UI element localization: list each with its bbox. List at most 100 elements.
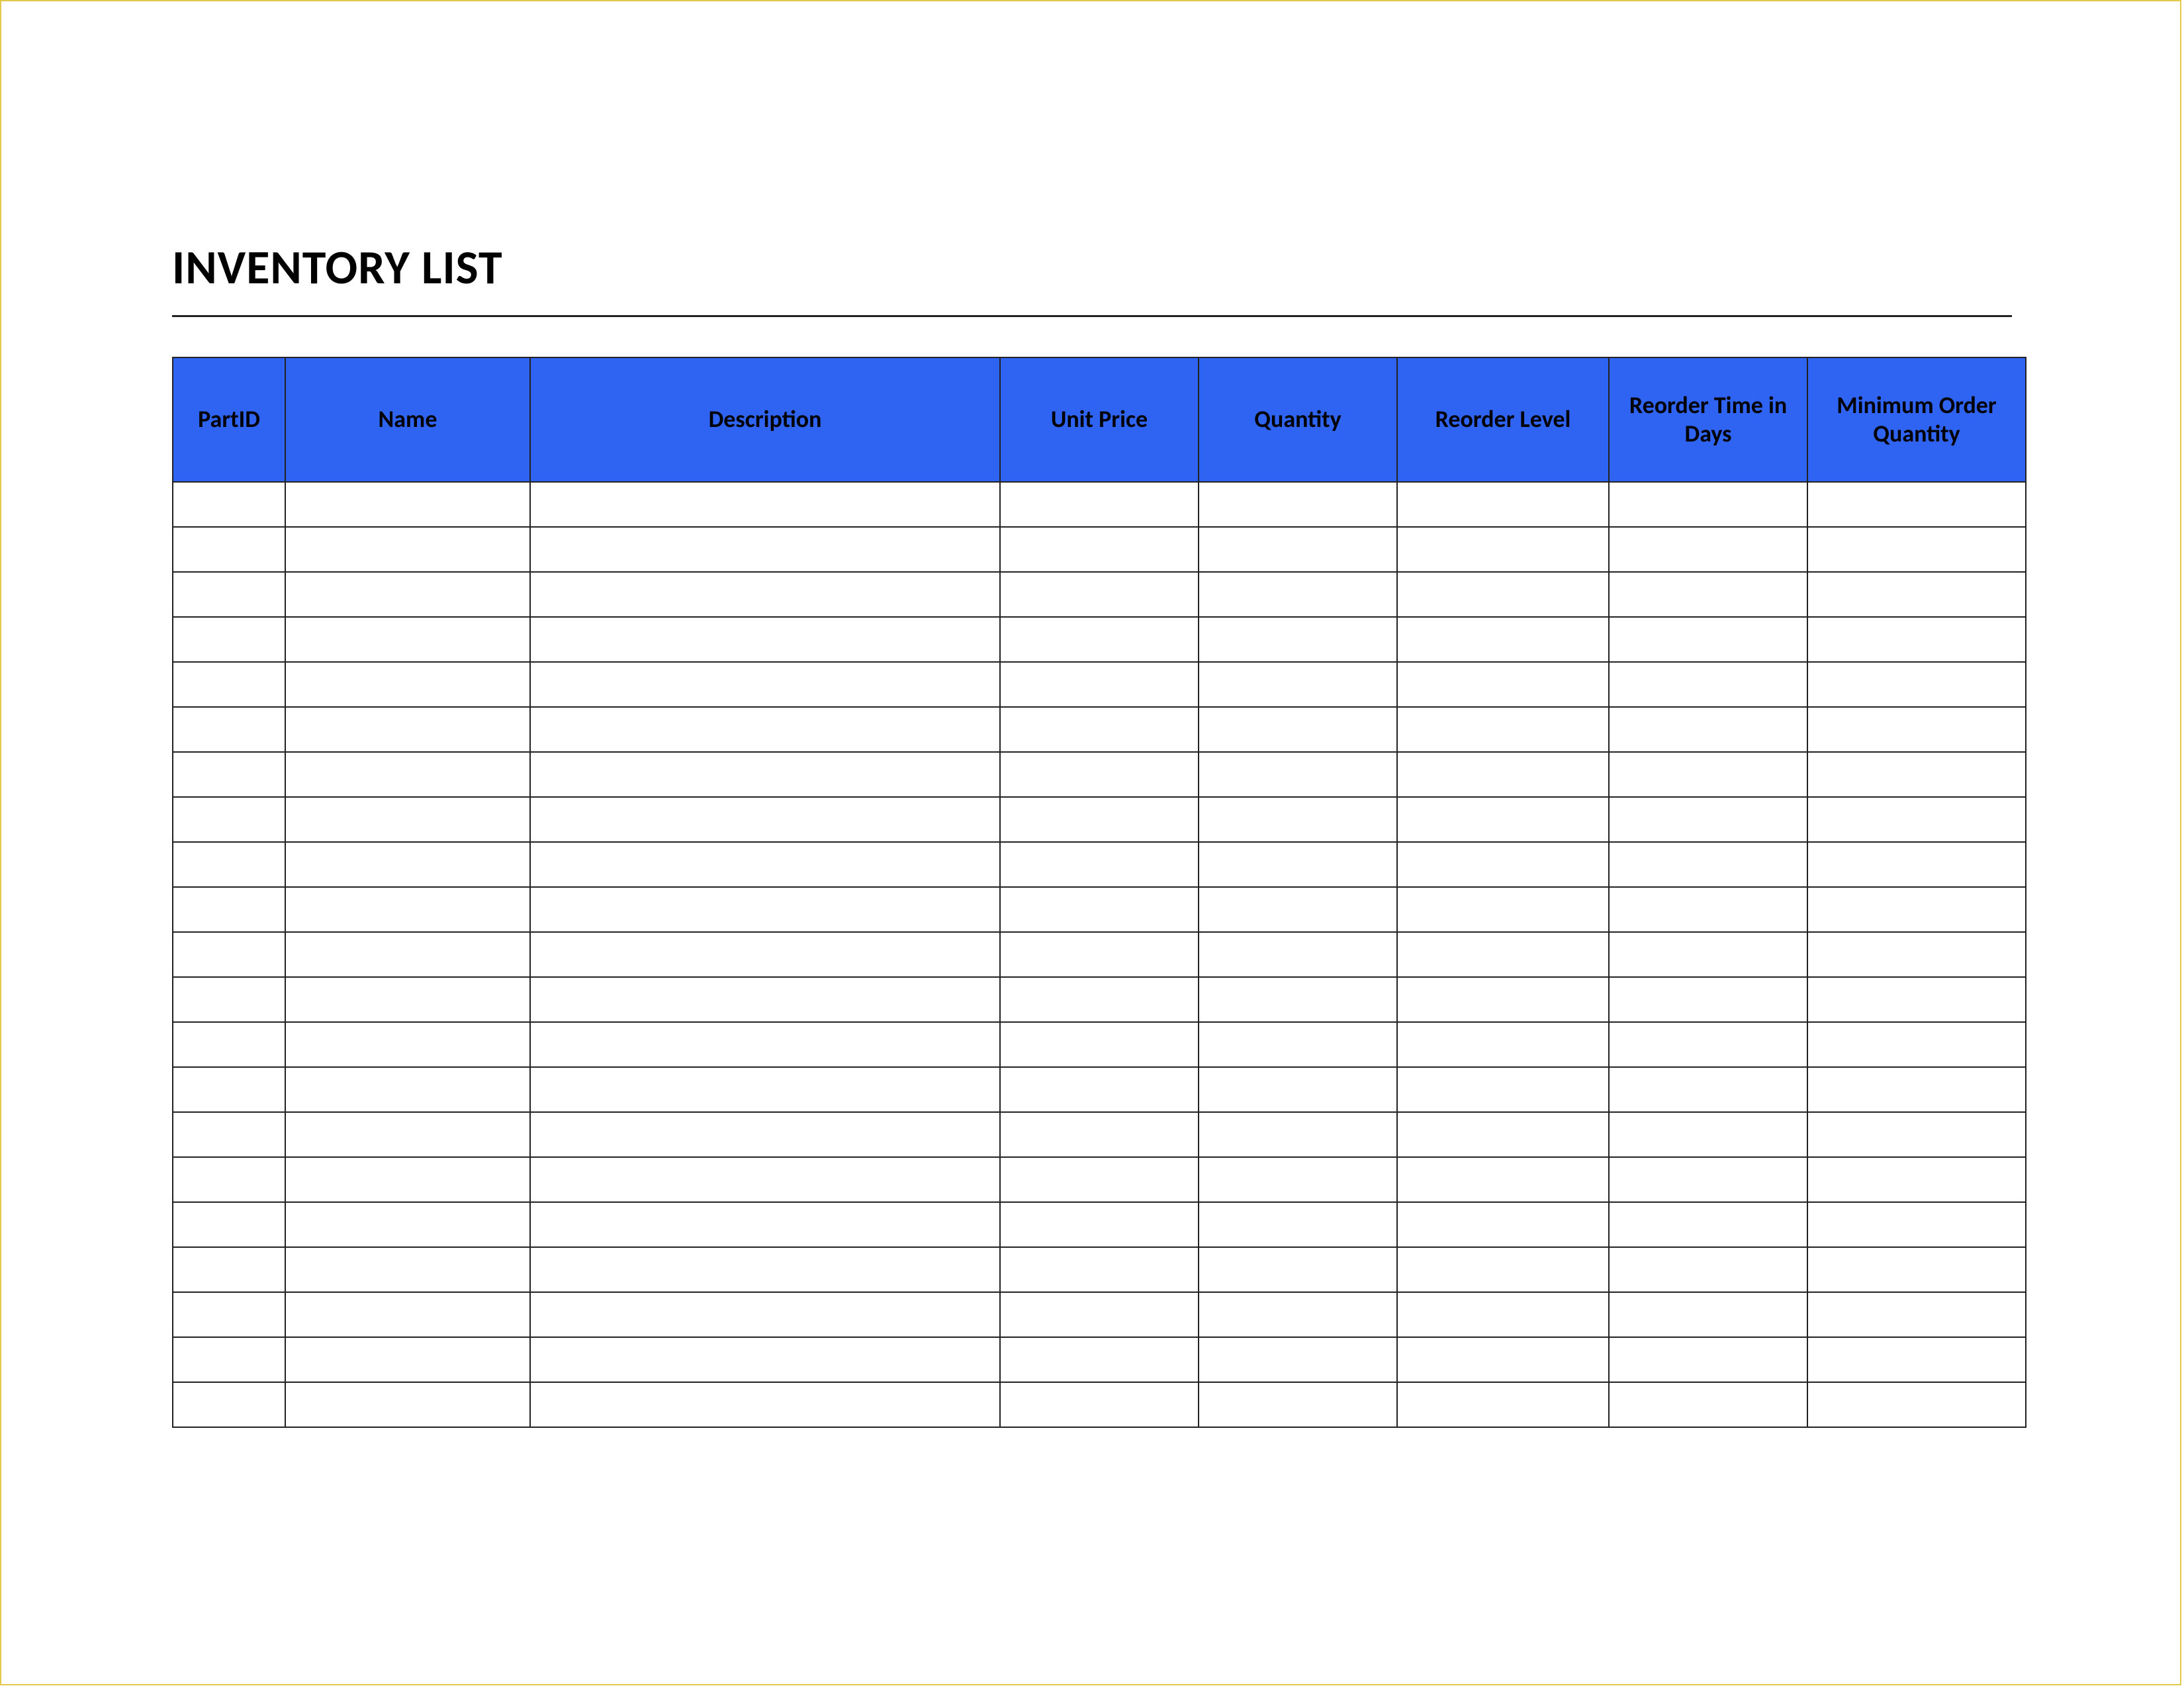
table-cell (1807, 1202, 2026, 1247)
table-cell (285, 662, 530, 707)
table-cell (1000, 977, 1199, 1022)
table-cell (1397, 1337, 1609, 1382)
table-cell (1000, 1202, 1199, 1247)
table-cell (1199, 887, 1397, 932)
table-cell (1000, 1292, 1199, 1337)
table-cell (1609, 887, 1807, 932)
table-row (173, 662, 2026, 707)
document-content: INVENTORY LIST PartID Name Description U… (172, 238, 2012, 1428)
table-cell (1397, 1067, 1609, 1112)
table-cell (285, 527, 530, 572)
table-cell (173, 797, 285, 842)
table-cell (173, 572, 285, 617)
table-cell (530, 842, 1000, 887)
table-cell (1000, 1112, 1199, 1157)
inventory-table: PartID Name Description Unit Price Quant… (172, 357, 2026, 1428)
table-cell (530, 752, 1000, 797)
table-cell (1199, 977, 1397, 1022)
table-cell (1397, 977, 1609, 1022)
table-cell (173, 1202, 285, 1247)
table-cell (1807, 707, 2026, 752)
table-cell (285, 1292, 530, 1337)
table-cell (530, 887, 1000, 932)
table-cell (1000, 617, 1199, 662)
table-cell (285, 1202, 530, 1247)
table-cell (285, 1247, 530, 1292)
table-row (173, 527, 2026, 572)
table-cell (1199, 1112, 1397, 1157)
table-cell (1199, 932, 1397, 977)
table-cell (1609, 842, 1807, 887)
table-cell (1609, 1382, 1807, 1427)
table-cell (1609, 977, 1807, 1022)
table-row (173, 482, 2026, 527)
col-header-unit-price: Unit Price (1000, 357, 1199, 482)
table-row (173, 572, 2026, 617)
table-cell (173, 707, 285, 752)
table-cell (285, 572, 530, 617)
table-cell (285, 842, 530, 887)
table-cell (1000, 572, 1199, 617)
table-row (173, 1157, 2026, 1202)
table-cell (1199, 1157, 1397, 1202)
table-cell (530, 1247, 1000, 1292)
table-cell (173, 527, 285, 572)
col-header-name: Name (285, 357, 530, 482)
table-row (173, 887, 2026, 932)
table-cell (1000, 887, 1199, 932)
table-cell (173, 842, 285, 887)
table-cell (285, 1382, 530, 1427)
table-cell (285, 1022, 530, 1067)
table-cell (285, 1112, 530, 1157)
table-cell (1807, 1022, 2026, 1067)
table-cell (1397, 527, 1609, 572)
table-row (173, 1202, 2026, 1247)
table-cell (1397, 1202, 1609, 1247)
table-cell (1397, 1022, 1609, 1067)
table-cell (285, 1157, 530, 1202)
table-cell (530, 662, 1000, 707)
table-cell (1199, 1337, 1397, 1382)
table-cell (1000, 1337, 1199, 1382)
table-cell (1609, 1157, 1807, 1202)
table-cell (1807, 572, 2026, 617)
table-cell (530, 707, 1000, 752)
table-cell (1199, 1292, 1397, 1337)
table-cell (173, 1067, 285, 1112)
table-cell (1807, 527, 2026, 572)
table-cell (1609, 1022, 1807, 1067)
table-cell (1397, 887, 1609, 932)
col-header-quantity: Quantity (1199, 357, 1397, 482)
table-cell (530, 482, 1000, 527)
table-cell (1609, 797, 1807, 842)
table-cell (173, 617, 285, 662)
table-cell (1807, 977, 2026, 1022)
col-header-description: Description (530, 357, 1000, 482)
table-cell (530, 1112, 1000, 1157)
table-cell (1397, 572, 1609, 617)
table-cell (1397, 1112, 1609, 1157)
table-cell (1000, 527, 1199, 572)
table-cell (173, 482, 285, 527)
table-cell (285, 707, 530, 752)
table-row (173, 1382, 2026, 1427)
table-row (173, 707, 2026, 752)
table-cell (1807, 1382, 2026, 1427)
table-cell (530, 977, 1000, 1022)
table-cell (1397, 1157, 1609, 1202)
table-cell (173, 1112, 285, 1157)
table-cell (1609, 1067, 1807, 1112)
table-cell (1807, 617, 2026, 662)
table-cell (1807, 752, 2026, 797)
table-cell (285, 1067, 530, 1112)
table-cell (285, 977, 530, 1022)
table-cell (1397, 482, 1609, 527)
table-row (173, 752, 2026, 797)
table-row (173, 617, 2026, 662)
table-cell (285, 887, 530, 932)
table-cell (1000, 707, 1199, 752)
table-cell (173, 977, 285, 1022)
table-cell (173, 932, 285, 977)
table-cell (530, 617, 1000, 662)
table-cell (1397, 797, 1609, 842)
